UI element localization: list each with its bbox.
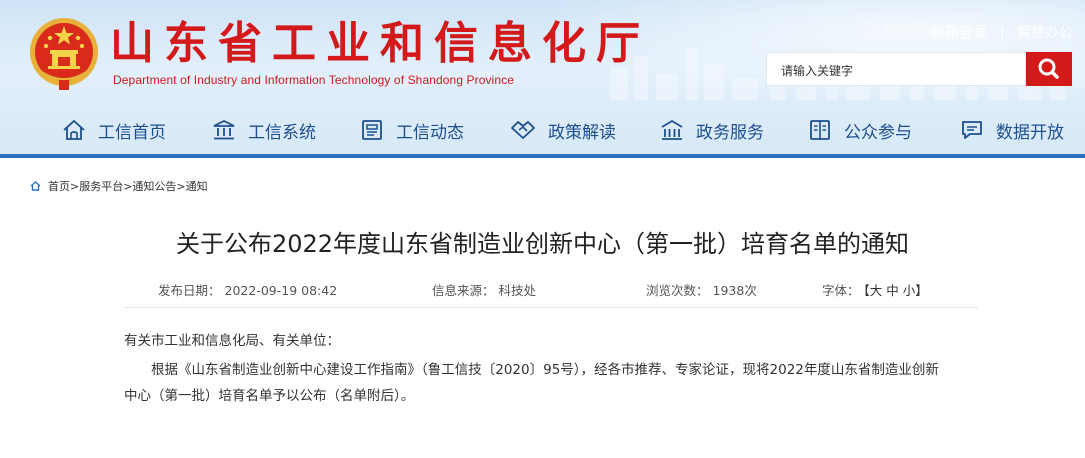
salutation: 有关市工业和信息化局、有关单位：: [124, 333, 340, 349]
handshake-icon: [511, 121, 535, 139]
nav-item-policy[interactable]: 政策解读: [510, 112, 616, 148]
font-size-options[interactable]: 【大 中 小】: [864, 283, 928, 298]
font-size-control: 字体： 【大 中 小】: [822, 280, 928, 299]
meta-divider: [124, 307, 978, 308]
nav-item-data[interactable]: 数据开放: [960, 112, 1064, 148]
view-count: 浏览次数： 1938次: [646, 280, 757, 299]
building-icon: [661, 119, 683, 140]
info-source-value: 科技处: [498, 283, 537, 298]
chat-icon: [962, 121, 982, 139]
nav-label-home: 工信首页: [98, 122, 166, 143]
info-source-label: 信息来源：: [432, 283, 495, 298]
font-size-label: 字体：: [822, 283, 860, 298]
header-bottom-border: [0, 154, 1085, 158]
nav-label-policy: 政策解读: [548, 122, 616, 143]
search-input[interactable]: 请输入关键字: [766, 52, 1026, 86]
nav-item-news[interactable]: 工信动态: [360, 112, 464, 148]
breadcrumb-path[interactable]: 首页>服务平台>通知公告>通知: [48, 178, 208, 194]
top-links: 邮箱登录 | 智慧办公: [931, 22, 1073, 42]
search-placeholder: 请输入关键字: [781, 64, 854, 78]
nav-label-data: 数据开放: [996, 122, 1064, 143]
publish-date-label: 发布日期：: [158, 283, 221, 298]
book-icon: [810, 120, 830, 140]
news-icon: [362, 120, 382, 140]
nav-item-system[interactable]: 工信系统: [212, 112, 316, 148]
paragraph-line-1: 根据《山东省制造业创新中心建设工作指南》（鲁工信技〔2020〕95号），经各市推…: [151, 362, 939, 378]
paragraph-line-2: 中心（第一批）培育名单予以公布（名单附后）。: [124, 388, 415, 404]
breadcrumb: 首页>服务平台>通知公告>通知: [30, 178, 208, 194]
nav-label-participation: 公众参与: [844, 122, 912, 143]
nav-label-system: 工信系统: [248, 122, 316, 143]
publish-date-value: 2022-09-19 08:42: [224, 283, 338, 298]
view-count-value: 1938次: [712, 283, 757, 298]
main-nav: 工信首页 工信系统 工信动态 政策解读 政务服务 公众参与 数据开放: [0, 112, 1085, 148]
mail-login-link[interactable]: 邮箱登录: [931, 25, 987, 41]
nav-item-home[interactable]: 工信首页: [62, 112, 166, 148]
link-separator: |: [999, 25, 1005, 41]
nav-label-news: 工信动态: [396, 122, 464, 143]
nav-item-services[interactable]: 政务服务: [660, 112, 764, 148]
institution-icon: [213, 119, 235, 140]
publish-date: 发布日期： 2022-09-19 08:42: [158, 280, 337, 299]
info-source: 信息来源： 科技处: [432, 280, 536, 299]
home-icon: [63, 119, 85, 140]
article-title: 关于公布2022年度山东省制造业创新中心（第一批）培育名单的通知: [175, 230, 910, 258]
national-emblem-icon: [30, 18, 98, 90]
smart-office-link[interactable]: 智慧办公: [1017, 25, 1073, 41]
site-title-en: Department of Industry and Information T…: [113, 73, 515, 87]
site-header: 山东省工业和信息化厅 Department of Industry and In…: [0, 0, 1085, 158]
home-small-icon: [30, 181, 41, 191]
view-count-label: 浏览次数：: [646, 283, 709, 298]
search-button[interactable]: [1026, 52, 1072, 86]
site-title-cn: 山东省工业和信息化厅: [110, 18, 650, 69]
nav-label-services: 政务服务: [696, 122, 764, 143]
search-icon: [1038, 58, 1059, 79]
nav-item-participation[interactable]: 公众参与: [808, 112, 912, 148]
